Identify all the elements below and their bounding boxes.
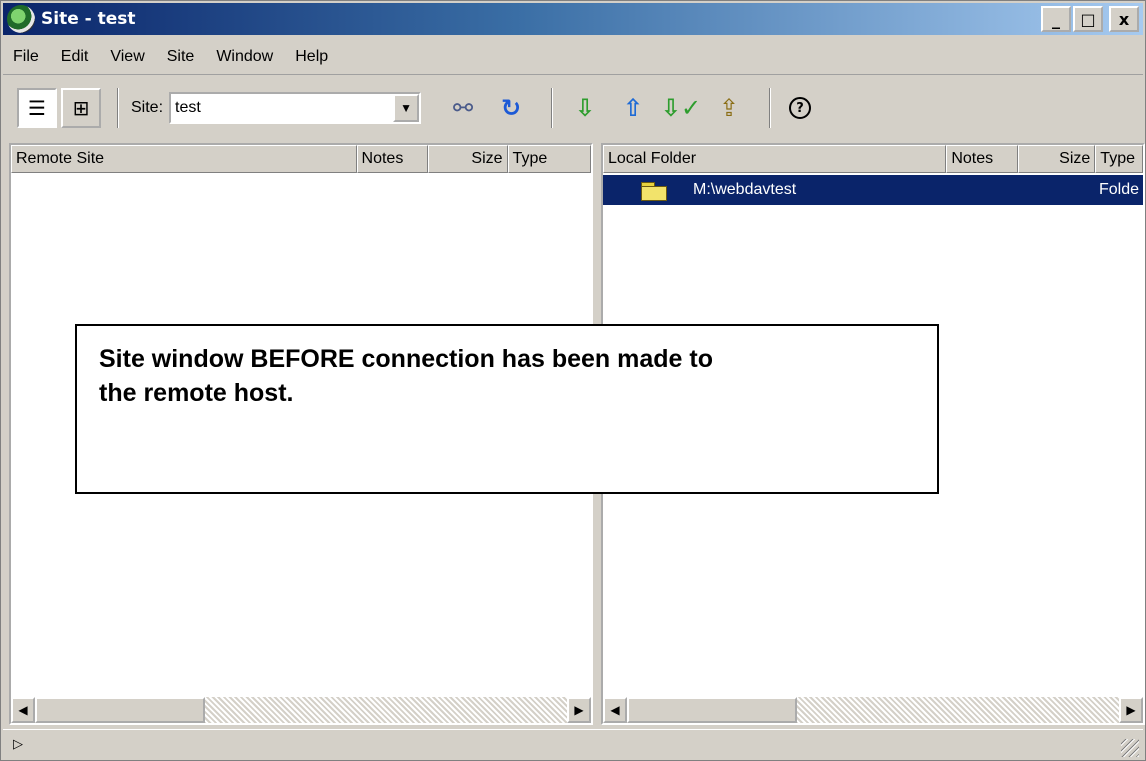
scroll-left-button[interactable]: ◀ xyxy=(603,697,627,723)
check-in-icon: ⇪ xyxy=(718,94,740,122)
column-notes[interactable]: Notes xyxy=(356,145,429,173)
annotation-callout: Site window BEFORE connection has been m… xyxy=(75,324,939,494)
local-column-header: Local Folder Notes Size Type xyxy=(603,145,1143,173)
arrow-left-icon: ◀ xyxy=(610,703,620,717)
column-notes[interactable]: Notes xyxy=(946,145,1018,173)
column-remote-site[interactable]: Remote Site xyxy=(11,145,357,173)
scroll-right-button[interactable]: ▶ xyxy=(567,697,591,723)
get-button[interactable]: ⇩ xyxy=(565,88,605,128)
scroll-thumb[interactable] xyxy=(35,697,205,723)
check-out-icon: ⇩✓ xyxy=(660,94,702,122)
scroll-track[interactable] xyxy=(797,697,1119,723)
toolbar-separator xyxy=(551,88,554,128)
check-in-button[interactable]: ⇪ xyxy=(709,88,749,128)
help-button[interactable]: ? xyxy=(789,97,812,119)
maximize-button[interactable]: □ xyxy=(1073,6,1103,32)
view-list-icon: ☰ xyxy=(28,96,46,120)
close-button[interactable]: x xyxy=(1109,6,1139,32)
site-label: Site: xyxy=(131,99,164,116)
column-local-folder[interactable]: Local Folder xyxy=(603,145,947,173)
connect-button[interactable]: ⚯ xyxy=(443,88,483,128)
site-select-value: test xyxy=(175,99,201,116)
menu-view[interactable]: View xyxy=(110,48,144,66)
view-list-button[interactable]: ☰ xyxy=(17,88,57,128)
scroll-thumb[interactable] xyxy=(627,697,797,723)
minimize-button[interactable]: _ xyxy=(1041,6,1071,32)
app-logo-icon xyxy=(7,5,35,33)
toolbar: ☰ ⊞ Site: test ▼ ⚯ ↻ ⇩ ⇧ ⇩✓ ⇪ ? xyxy=(3,79,1143,137)
site-map-icon: ⊞ xyxy=(72,96,90,120)
local-horizontal-scrollbar[interactable]: ◀ ▶ xyxy=(603,697,1143,723)
toolbar-separator xyxy=(769,88,772,128)
menu-window[interactable]: Window xyxy=(216,48,273,66)
title-bar[interactable]: Site - test _ □ x xyxy=(3,3,1143,35)
put-button[interactable]: ⇧ xyxy=(613,88,653,128)
chevron-down-icon: ▼ xyxy=(400,101,412,115)
menu-file[interactable]: File xyxy=(13,48,39,66)
site-select[interactable]: test ▼ xyxy=(169,92,422,124)
check-out-button[interactable]: ⇩✓ xyxy=(661,88,701,128)
menu-edit[interactable]: Edit xyxy=(61,48,89,66)
column-type[interactable]: Type xyxy=(1095,145,1143,173)
column-type[interactable]: Type xyxy=(507,145,591,173)
arrow-left-icon: ◀ xyxy=(18,703,28,717)
site-map-button[interactable]: ⊞ xyxy=(61,88,101,128)
put-icon: ⇧ xyxy=(622,94,644,122)
connect-icon: ⚯ xyxy=(452,94,474,122)
site-dropdown-button[interactable]: ▼ xyxy=(393,94,420,122)
status-bar: ▷ xyxy=(3,729,1143,759)
refresh-button[interactable]: ↻ xyxy=(491,88,531,128)
refresh-icon: ↻ xyxy=(500,94,522,122)
help-icon: ? xyxy=(796,100,804,116)
table-row[interactable]: M:\webdavtest Folde xyxy=(603,175,1143,205)
window-title: Site - test xyxy=(41,9,136,29)
toolbar-separator xyxy=(117,88,119,128)
menu-bar: File Edit View Site Window Help xyxy=(3,39,1143,75)
row-name: M:\webdavtest xyxy=(693,181,797,198)
scroll-left-button[interactable]: ◀ xyxy=(11,697,35,723)
scroll-track[interactable] xyxy=(205,697,567,723)
remote-horizontal-scrollbar[interactable]: ◀ ▶ xyxy=(11,697,591,723)
menu-help[interactable]: Help xyxy=(295,48,328,66)
scroll-right-button[interactable]: ▶ xyxy=(1119,697,1143,723)
column-size[interactable]: Size xyxy=(428,145,508,173)
callout-line-1: Site window BEFORE connection has been m… xyxy=(99,345,713,373)
callout-line-2: the remote host. xyxy=(99,379,294,407)
menu-site[interactable]: Site xyxy=(167,48,195,66)
window-controls: _ □ x xyxy=(1041,6,1139,32)
arrow-right-icon: ▶ xyxy=(1126,703,1136,717)
folder-icon xyxy=(641,180,667,201)
row-type: Folde xyxy=(1098,181,1139,198)
site-window: Site - test _ □ x File Edit View Site Wi… xyxy=(0,0,1146,761)
play-arrow-icon[interactable]: ▷ xyxy=(13,737,23,752)
arrow-right-icon: ▶ xyxy=(574,703,584,717)
remote-column-header: Remote Site Notes Size Type xyxy=(11,145,591,173)
get-icon: ⇩ xyxy=(574,94,596,122)
resize-grip-icon[interactable] xyxy=(1121,739,1139,757)
column-size[interactable]: Size xyxy=(1017,145,1096,173)
